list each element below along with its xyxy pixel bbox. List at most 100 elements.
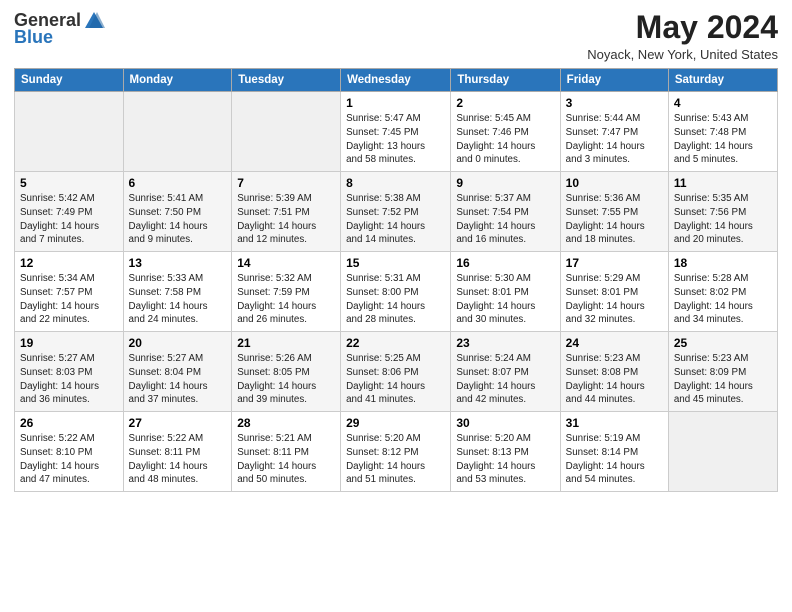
calendar-cell: 28 Sunrise: 5:21 AM Sunset: 8:11 PM Dayli…: [232, 412, 341, 492]
day-number: 10: [566, 176, 663, 190]
calendar-cell: 13 Sunrise: 5:33 AM Sunset: 7:58 PM Dayli…: [123, 252, 232, 332]
logo: General Blue: [14, 10, 105, 48]
day-info: Sunrise: 5:29 AM Sunset: 8:01 PM Dayligh…: [566, 272, 663, 327]
logo-icon: [83, 10, 105, 30]
day-info: Sunrise: 5:30 AM Sunset: 8:01 PM Dayligh…: [456, 272, 554, 327]
day-number: 6: [129, 176, 227, 190]
calendar-cell: 5 Sunrise: 5:42 AM Sunset: 7:49 PM Daylig…: [15, 172, 124, 252]
calendar-table: Sunday Monday Tuesday Wednesday Thursday…: [14, 68, 778, 492]
day-info: Sunrise: 5:20 AM Sunset: 8:12 PM Dayligh…: [346, 432, 445, 487]
calendar-cell: 24 Sunrise: 5:23 AM Sunset: 8:08 PM Dayli…: [560, 332, 668, 412]
day-info: Sunrise: 5:45 AM Sunset: 7:46 PM Dayligh…: [456, 112, 554, 167]
day-number: 18: [674, 256, 772, 270]
calendar-cell: 22 Sunrise: 5:25 AM Sunset: 8:06 PM Dayli…: [341, 332, 451, 412]
day-number: 23: [456, 336, 554, 350]
day-info: Sunrise: 5:27 AM Sunset: 8:04 PM Dayligh…: [129, 352, 227, 407]
calendar-cell: 2 Sunrise: 5:45 AM Sunset: 7:46 PM Daylig…: [451, 92, 560, 172]
day-number: 2: [456, 96, 554, 110]
calendar-cell: 17Sunrise: 5:29 AM Sunset: 8:01 PM Dayli…: [560, 252, 668, 332]
day-number: 20: [129, 336, 227, 350]
day-number: 11: [674, 176, 772, 190]
day-number: 30: [456, 416, 554, 430]
day-info: Sunrise: 5:44 AM Sunset: 7:47 PM Dayligh…: [566, 112, 663, 167]
calendar-cell: 6 Sunrise: 5:41 AM Sunset: 7:50 PM Daylig…: [123, 172, 232, 252]
calendar-cell: 29 Sunrise: 5:20 AM Sunset: 8:12 PM Dayli…: [341, 412, 451, 492]
day-number: 29: [346, 416, 445, 430]
calendar-cell: 19 Sunrise: 5:27 AM Sunset: 8:03 PM Dayli…: [15, 332, 124, 412]
calendar-cell: [15, 92, 124, 172]
calendar-cell: 14Sunrise: 5:32 AM Sunset: 7:59 PM Dayli…: [232, 252, 341, 332]
calendar-cell: 15Sunrise: 5:31 AM Sunset: 8:00 PM Dayli…: [341, 252, 451, 332]
day-number: 13: [129, 256, 227, 270]
month-title: May 2024: [587, 10, 778, 45]
day-info: Sunrise: 5:22 AM Sunset: 8:10 PM Dayligh…: [20, 432, 118, 487]
day-info: Sunrise: 5:41 AM Sunset: 7:50 PM Dayligh…: [129, 192, 227, 247]
calendar-cell: 30 Sunrise: 5:20 AM Sunset: 8:13 PM Dayli…: [451, 412, 560, 492]
calendar-cell: 20 Sunrise: 5:27 AM Sunset: 8:04 PM Dayli…: [123, 332, 232, 412]
calendar-cell: [123, 92, 232, 172]
calendar-week-3: 19 Sunrise: 5:27 AM Sunset: 8:03 PM Dayli…: [15, 332, 778, 412]
day-number: 25: [674, 336, 772, 350]
day-number: 7: [237, 176, 335, 190]
header-thursday: Thursday: [451, 69, 560, 92]
calendar-cell: 10 Sunrise: 5:36 AM Sunset: 7:55 PM Dayli…: [560, 172, 668, 252]
calendar-header-row: Sunday Monday Tuesday Wednesday Thursday…: [15, 69, 778, 92]
calendar-cell: 23 Sunrise: 5:24 AM Sunset: 8:07 PM Dayli…: [451, 332, 560, 412]
calendar-week-2: 12 Sunrise: 5:34 AM Sunset: 7:57 PM Dayli…: [15, 252, 778, 332]
day-number: 21: [237, 336, 335, 350]
day-info: Sunrise: 5:34 AM Sunset: 7:57 PM Dayligh…: [20, 272, 118, 327]
calendar-cell: 8Sunrise: 5:38 AM Sunset: 7:52 PM Daylig…: [341, 172, 451, 252]
calendar-cell: 3 Sunrise: 5:44 AM Sunset: 7:47 PM Daylig…: [560, 92, 668, 172]
day-info: Sunrise: 5:26 AM Sunset: 8:05 PM Dayligh…: [237, 352, 335, 407]
calendar-cell: [668, 412, 777, 492]
location: Noyack, New York, United States: [587, 47, 778, 62]
day-info: Sunrise: 5:21 AM Sunset: 8:11 PM Dayligh…: [237, 432, 335, 487]
day-number: 3: [566, 96, 663, 110]
day-number: 22: [346, 336, 445, 350]
calendar-cell: 9Sunrise: 5:37 AM Sunset: 7:54 PM Daylig…: [451, 172, 560, 252]
day-number: 12: [20, 256, 118, 270]
calendar-cell: 16Sunrise: 5:30 AM Sunset: 8:01 PM Dayli…: [451, 252, 560, 332]
header: General Blue May 2024 Noyack, New York, …: [14, 10, 778, 62]
day-number: 19: [20, 336, 118, 350]
header-tuesday: Tuesday: [232, 69, 341, 92]
day-info: Sunrise: 5:32 AM Sunset: 7:59 PM Dayligh…: [237, 272, 335, 327]
calendar-week-4: 26 Sunrise: 5:22 AM Sunset: 8:10 PM Dayli…: [15, 412, 778, 492]
calendar-week-0: 1Sunrise: 5:47 AM Sunset: 7:45 PM Daylig…: [15, 92, 778, 172]
header-saturday: Saturday: [668, 69, 777, 92]
calendar-cell: 18Sunrise: 5:28 AM Sunset: 8:02 PM Dayli…: [668, 252, 777, 332]
calendar-week-1: 5 Sunrise: 5:42 AM Sunset: 7:49 PM Daylig…: [15, 172, 778, 252]
day-number: 24: [566, 336, 663, 350]
day-number: 8: [346, 176, 445, 190]
day-info: Sunrise: 5:36 AM Sunset: 7:55 PM Dayligh…: [566, 192, 663, 247]
calendar-cell: 1Sunrise: 5:47 AM Sunset: 7:45 PM Daylig…: [341, 92, 451, 172]
day-info: Sunrise: 5:43 AM Sunset: 7:48 PM Dayligh…: [674, 112, 772, 167]
header-wednesday: Wednesday: [341, 69, 451, 92]
header-sunday: Sunday: [15, 69, 124, 92]
day-number: 1: [346, 96, 445, 110]
day-info: Sunrise: 5:19 AM Sunset: 8:14 PM Dayligh…: [566, 432, 663, 487]
title-area: May 2024 Noyack, New York, United States: [587, 10, 778, 62]
day-number: 27: [129, 416, 227, 430]
calendar-cell: 12 Sunrise: 5:34 AM Sunset: 7:57 PM Dayli…: [15, 252, 124, 332]
day-number: 5: [20, 176, 118, 190]
day-info: Sunrise: 5:33 AM Sunset: 7:58 PM Dayligh…: [129, 272, 227, 327]
calendar-cell: 7Sunrise: 5:39 AM Sunset: 7:51 PM Daylig…: [232, 172, 341, 252]
day-info: Sunrise: 5:24 AM Sunset: 8:07 PM Dayligh…: [456, 352, 554, 407]
day-info: Sunrise: 5:25 AM Sunset: 8:06 PM Dayligh…: [346, 352, 445, 407]
day-number: 28: [237, 416, 335, 430]
day-number: 26: [20, 416, 118, 430]
day-info: Sunrise: 5:20 AM Sunset: 8:13 PM Dayligh…: [456, 432, 554, 487]
day-info: Sunrise: 5:42 AM Sunset: 7:49 PM Dayligh…: [20, 192, 118, 247]
day-info: Sunrise: 5:37 AM Sunset: 7:54 PM Dayligh…: [456, 192, 554, 247]
day-info: Sunrise: 5:27 AM Sunset: 8:03 PM Dayligh…: [20, 352, 118, 407]
day-number: 4: [674, 96, 772, 110]
day-info: Sunrise: 5:31 AM Sunset: 8:00 PM Dayligh…: [346, 272, 445, 327]
calendar-cell: 31 Sunrise: 5:19 AM Sunset: 8:14 PM Dayli…: [560, 412, 668, 492]
calendar-cell: [232, 92, 341, 172]
logo-blue: Blue: [14, 27, 53, 48]
calendar-cell: 21 Sunrise: 5:26 AM Sunset: 8:05 PM Dayli…: [232, 332, 341, 412]
calendar-cell: 27Sunrise: 5:22 AM Sunset: 8:11 PM Dayli…: [123, 412, 232, 492]
day-info: Sunrise: 5:23 AM Sunset: 8:08 PM Dayligh…: [566, 352, 663, 407]
day-number: 31: [566, 416, 663, 430]
